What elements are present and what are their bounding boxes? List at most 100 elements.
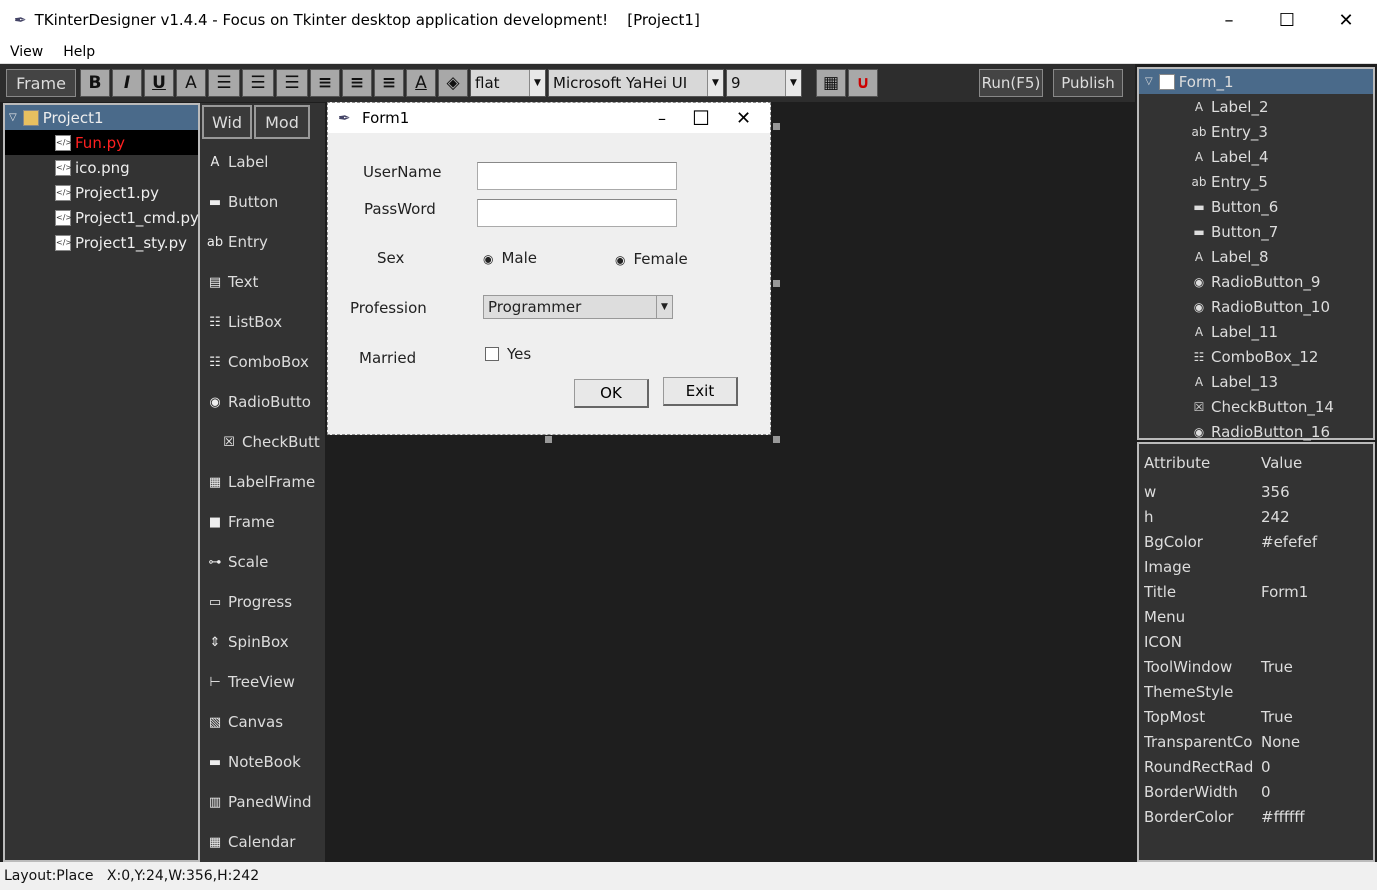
property-row[interactable]: BorderColor #ffffff bbox=[1139, 804, 1373, 829]
control-item[interactable]: ▬ Button_7 bbox=[1139, 219, 1373, 244]
relief-select[interactable]: flat ▼ bbox=[470, 69, 546, 97]
widget-item[interactable]: ▧ Canvas bbox=[206, 710, 322, 734]
widget-item[interactable]: ☷ ListBox bbox=[206, 310, 322, 334]
control-item[interactable]: ☒ CheckButton_14 bbox=[1139, 394, 1373, 419]
resize-handle[interactable] bbox=[773, 436, 780, 443]
menu-help[interactable]: Help bbox=[53, 44, 105, 60]
align-bottom-icon[interactable]: ≡ bbox=[374, 69, 404, 97]
property-row[interactable]: ToolWindow True bbox=[1139, 654, 1373, 679]
collapse-icon[interactable]: ▽ bbox=[9, 112, 17, 123]
control-item[interactable]: ☷ ComboBox_12 bbox=[1139, 344, 1373, 369]
widget-item[interactable]: ▭ Progress bbox=[206, 590, 322, 614]
project-file-item[interactable]: </> Fun.py bbox=[5, 130, 198, 155]
font-color-icon[interactable]: A bbox=[406, 69, 436, 97]
property-row[interactable]: Menu bbox=[1139, 604, 1373, 629]
property-row[interactable]: w 356 bbox=[1139, 479, 1373, 504]
username-input[interactable] bbox=[477, 162, 677, 190]
control-item[interactable]: A Label_2 bbox=[1139, 94, 1373, 119]
align-top-icon[interactable]: ≡ bbox=[310, 69, 340, 97]
property-value[interactable]: 356 bbox=[1261, 483, 1290, 501]
tree-root[interactable]: ▽ Project1 bbox=[5, 105, 198, 130]
maximize-button[interactable]: ☐ bbox=[1258, 0, 1316, 40]
tab-widgets[interactable]: Wid bbox=[202, 105, 252, 139]
align-middle-icon[interactable]: ≡ bbox=[342, 69, 372, 97]
exit-button[interactable]: Exit bbox=[663, 377, 738, 406]
property-row[interactable]: h 242 bbox=[1139, 504, 1373, 529]
control-item[interactable]: A Label_11 bbox=[1139, 319, 1373, 344]
property-value[interactable]: #ffffff bbox=[1261, 808, 1305, 826]
control-item[interactable]: ◉ RadioButton_10 bbox=[1139, 294, 1373, 319]
menu-view[interactable]: View bbox=[0, 44, 53, 60]
widget-item[interactable]: ab Entry bbox=[206, 230, 322, 254]
size-select[interactable]: 9 ▼ bbox=[726, 69, 802, 97]
widget-item[interactable]: A Label bbox=[206, 150, 322, 174]
married-checkbox[interactable]: Yes bbox=[485, 345, 531, 363]
project-file-item[interactable]: </> ico.png bbox=[5, 155, 198, 180]
widget-item[interactable]: ▬ NoteBook bbox=[206, 750, 322, 774]
underline-button[interactable]: U bbox=[144, 69, 174, 97]
italic-button[interactable]: I bbox=[112, 69, 142, 97]
form-preview[interactable]: ✒ Form1 – ☐ ✕ UserName PassWord Sex ◉ Mal… bbox=[327, 102, 771, 435]
bold-button[interactable]: B bbox=[80, 69, 110, 97]
property-row[interactable]: BgColor #efefef bbox=[1139, 529, 1373, 554]
tab-modules[interactable]: Mod bbox=[254, 105, 310, 139]
property-value[interactable]: #efefef bbox=[1261, 533, 1317, 551]
control-item[interactable]: A Label_8 bbox=[1139, 244, 1373, 269]
widget-item[interactable]: ▤ Text bbox=[206, 270, 322, 294]
widget-item[interactable]: ☒ CheckButt bbox=[220, 430, 336, 454]
control-item[interactable]: ab Entry_3 bbox=[1139, 119, 1373, 144]
radio-female[interactable]: ◉ Female bbox=[615, 250, 688, 268]
property-row[interactable]: TopMost True bbox=[1139, 704, 1373, 729]
close-button[interactable]: ✕ bbox=[1317, 0, 1375, 40]
widget-item[interactable]: ■ Frame bbox=[206, 510, 322, 534]
property-row[interactable]: Image bbox=[1139, 554, 1373, 579]
grid-icon[interactable]: ▦ bbox=[816, 69, 846, 97]
property-value[interactable]: 0 bbox=[1261, 783, 1271, 801]
resize-handle[interactable] bbox=[773, 123, 780, 130]
control-item[interactable]: A Label_13 bbox=[1139, 369, 1373, 394]
project-file-item[interactable]: </> Project1.py bbox=[5, 180, 198, 205]
widget-item[interactable]: ⇕ SpinBox bbox=[206, 630, 322, 654]
password-input[interactable] bbox=[477, 199, 677, 227]
widget-item[interactable]: ▦ LabelFrame bbox=[206, 470, 322, 494]
align-right-icon[interactable]: ☰ bbox=[276, 69, 308, 97]
property-row[interactable]: RoundRectRad 0 bbox=[1139, 754, 1373, 779]
widget-item[interactable]: ☷ ComboBox bbox=[206, 350, 322, 374]
radio-male[interactable]: ◉ Male bbox=[483, 249, 537, 267]
control-item[interactable]: ab Entry_5 bbox=[1139, 169, 1373, 194]
property-value[interactable]: True bbox=[1261, 658, 1293, 676]
font-button[interactable]: A bbox=[176, 69, 206, 97]
minimize-button[interactable]: – bbox=[1200, 0, 1258, 40]
font-select[interactable]: Microsoft YaHei UI ▼ bbox=[548, 69, 724, 97]
property-row[interactable]: BorderWidth 0 bbox=[1139, 779, 1373, 804]
publish-button[interactable]: Publish bbox=[1053, 69, 1123, 97]
resize-handle[interactable] bbox=[773, 280, 780, 287]
widget-item[interactable]: ⊢ TreeView bbox=[206, 670, 322, 694]
widget-item[interactable]: ▥ PanedWind bbox=[206, 790, 322, 814]
align-center-icon[interactable]: ☰ bbox=[242, 69, 274, 97]
property-value[interactable]: 0 bbox=[1261, 758, 1271, 776]
project-file-item[interactable]: </> Project1_sty.py bbox=[5, 230, 198, 255]
profession-combobox[interactable]: Programmer ▼ bbox=[483, 295, 673, 319]
widget-item[interactable]: ▦ Calendar bbox=[206, 830, 322, 854]
property-value[interactable]: Form1 bbox=[1261, 583, 1308, 601]
magnet-icon[interactable]: ∪ bbox=[848, 69, 878, 97]
control-item[interactable]: ◉ RadioButton_9 bbox=[1139, 269, 1373, 294]
property-row[interactable]: Title Form1 bbox=[1139, 579, 1373, 604]
control-item[interactable]: ▬ Button_6 bbox=[1139, 194, 1373, 219]
widget-item[interactable]: ⊶ Scale bbox=[206, 550, 322, 574]
align-left-icon[interactable]: ☰ bbox=[208, 69, 240, 97]
tree-root[interactable]: ▽ Form_1 bbox=[1139, 69, 1373, 94]
resize-handle[interactable] bbox=[545, 436, 552, 443]
widget-item[interactable]: ◉ RadioButto bbox=[206, 390, 322, 414]
property-value[interactable]: 242 bbox=[1261, 508, 1290, 526]
project-file-item[interactable]: </> Project1_cmd.py bbox=[5, 205, 199, 230]
control-item[interactable]: ◉ RadioButton_16 bbox=[1139, 419, 1373, 444]
property-row[interactable]: ThemeStyle bbox=[1139, 679, 1373, 704]
ok-button[interactable]: OK bbox=[574, 379, 649, 408]
frame-button[interactable]: Frame bbox=[6, 69, 76, 97]
widget-item[interactable]: ▬ Button bbox=[206, 190, 322, 214]
control-item[interactable]: A Label_4 bbox=[1139, 144, 1373, 169]
property-value[interactable]: True bbox=[1261, 708, 1293, 726]
property-row[interactable]: TransparentCo None bbox=[1139, 729, 1373, 754]
